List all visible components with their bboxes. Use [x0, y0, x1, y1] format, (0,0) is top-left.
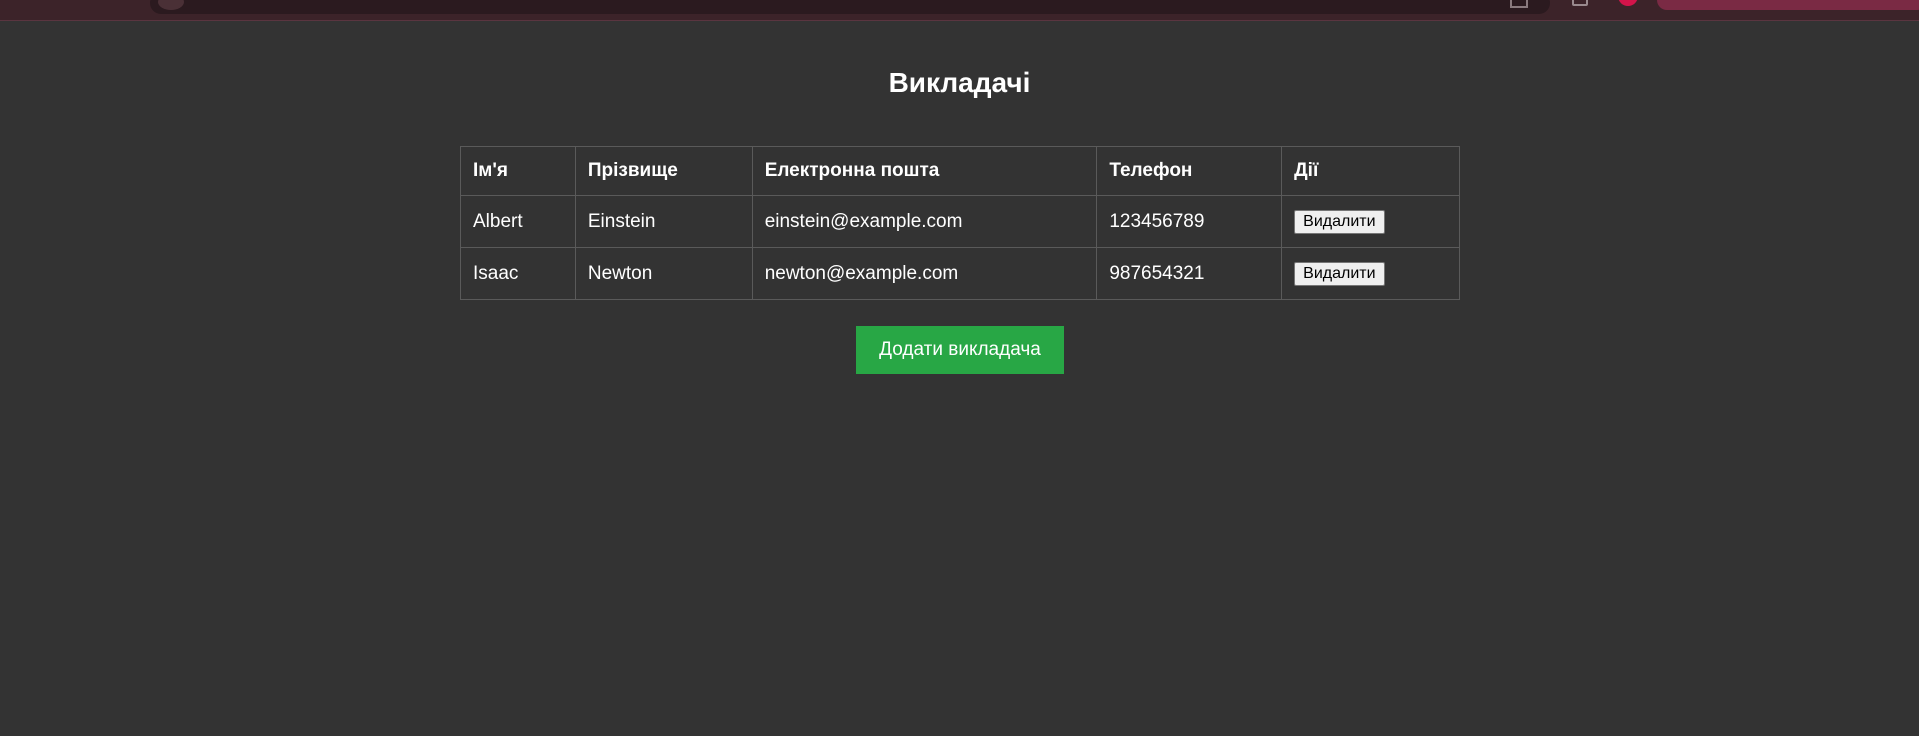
delete-button[interactable]: Видалити — [1294, 209, 1385, 234]
extensions-icon[interactable] — [1572, 0, 1588, 6]
page-content: Викладачі Ім'я Прізвище Електронна пошта… — [0, 21, 1919, 736]
address-bar[interactable] — [150, 0, 1550, 14]
table-row: Albert Einstein einstein@example.com 123… — [460, 195, 1460, 248]
browser-toolbar — [0, 0, 1919, 21]
cell-phone: 987654321 — [1096, 247, 1283, 300]
header-phone: Телефон — [1096, 146, 1283, 196]
cell-last-name: Einstein — [574, 195, 753, 248]
add-teacher-button[interactable]: Додати викладача — [856, 326, 1064, 374]
header-actions: Дії — [1281, 146, 1460, 196]
table-header-row: Ім'я Прізвище Електронна пошта Телефон Д… — [460, 146, 1460, 196]
cell-first-name: Albert — [460, 195, 576, 248]
cell-actions: Видалити — [1281, 195, 1460, 248]
cell-email: einstein@example.com — [751, 195, 1098, 248]
cell-first-name: Isaac — [460, 247, 576, 300]
teachers-table: Ім'я Прізвище Електронна пошта Телефон Д… — [460, 146, 1460, 300]
delete-button[interactable]: Видалити — [1294, 261, 1385, 286]
cell-phone: 123456789 — [1096, 195, 1283, 248]
profile-menu-button[interactable] — [1657, 0, 1919, 10]
page-title: Викладачі — [888, 67, 1031, 98]
header-last-name: Прізвище — [574, 146, 753, 196]
cell-actions: Видалити — [1281, 247, 1460, 300]
profile-icon[interactable] — [1618, 0, 1638, 6]
table-row: Isaac Newton newton@example.com 98765432… — [460, 247, 1460, 300]
cell-email: newton@example.com — [751, 247, 1098, 300]
translate-icon[interactable] — [1510, 0, 1528, 8]
header-first-name: Ім'я — [460, 146, 576, 196]
header-email: Електронна пошта — [751, 146, 1098, 196]
cell-last-name: Newton — [574, 247, 753, 300]
